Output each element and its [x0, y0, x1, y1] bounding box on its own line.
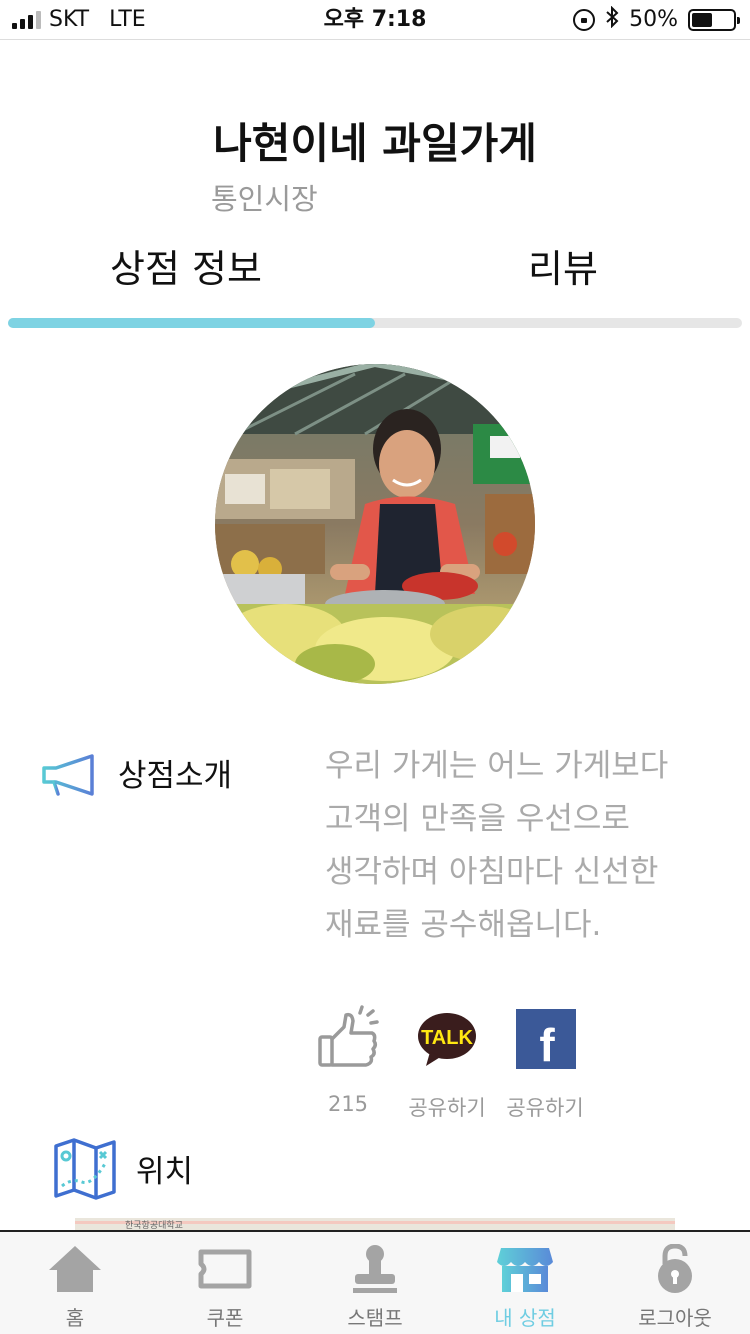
intro-description: 우리 가게는 어느 가게보다 고객의 만족을 우선으로 생각하며 아침마다 신선…: [325, 740, 705, 952]
like-button[interactable]: [316, 1005, 380, 1071]
facebook-icon: f: [539, 1019, 555, 1071]
store-info-screen: SKT LTE 오후 7:18 50% 나현이네 과일가게 통인시장 상점 정보…: [0, 0, 750, 1334]
bottom-tab-coupon[interactable]: 쿠폰: [150, 1232, 300, 1334]
like-count: 215: [327, 1092, 369, 1116]
tab-indicator-track: [8, 318, 742, 328]
store-title: 나현이네 과일가게: [213, 119, 537, 168]
map-icon: [52, 1138, 118, 1200]
home-icon: [49, 1246, 101, 1292]
kakaotalk-icon: TALK: [418, 1013, 476, 1066]
facebook-share-button[interactable]: f: [516, 1009, 576, 1071]
kakao-icon-text: TALK: [421, 1027, 473, 1049]
battery-icon: [688, 9, 740, 31]
rotation-lock-icon: [573, 9, 596, 31]
intro-label: 상점소개: [118, 758, 233, 794]
tab-indicator: [8, 318, 375, 328]
bottom-tab-my-store[interactable]: 내 상점: [450, 1232, 600, 1334]
thumbs-up-icon: [318, 1005, 379, 1067]
battery-percent: 50%: [629, 7, 678, 32]
bottom-tab-logout[interactable]: 로그아웃: [600, 1232, 750, 1334]
bottom-tab-stamp[interactable]: 스탬프: [300, 1232, 450, 1334]
bluetooth-icon: [605, 5, 619, 35]
kakao-share-label: 공유하기: [408, 1096, 486, 1120]
lock-icon: [658, 1244, 692, 1293]
intro-line: 생각하며 아침마다 신선한: [325, 854, 659, 890]
facebook-icon-text: f: [539, 1019, 555, 1069]
facebook-share-label: 공유하기: [506, 1096, 584, 1120]
status-bar: SKT LTE 오후 7:18 50%: [0, 0, 750, 40]
intro-line: 고객의 만족을 우선으로: [325, 801, 630, 837]
bottom-tab-bar: 홈 쿠폰 스탬프 내 상점 로그아웃: [0, 1230, 750, 1334]
bottom-tab-label: 내 상점: [494, 1306, 556, 1330]
tab-review[interactable]: 리뷰: [528, 238, 598, 293]
store-icon: [497, 1248, 553, 1292]
stamp-icon: [353, 1245, 397, 1293]
bottom-tab-label: 스탬프: [347, 1306, 403, 1330]
bottom-tab-label: 로그아웃: [638, 1306, 712, 1330]
location-label: 위치: [136, 1154, 194, 1190]
coupon-icon: [198, 1249, 252, 1289]
bottom-tab-label: 홈: [65, 1306, 85, 1330]
bottom-tab-label: 쿠폰: [206, 1306, 244, 1330]
battery-level: [692, 13, 712, 27]
intro-line: 우리 가게는 어느 가게보다: [325, 748, 669, 784]
kakao-share-button[interactable]: TALK: [416, 1010, 478, 1070]
megaphone-icon: [40, 750, 98, 798]
tab-store-info[interactable]: 상점 정보: [110, 238, 262, 293]
store-owner-photo: [215, 364, 535, 684]
bottom-tab-home[interactable]: 홈: [0, 1232, 150, 1334]
status-right: 50%: [573, 5, 740, 35]
intro-line: 재료를 공수해옵니다.: [325, 907, 602, 943]
market-name: 통인시장: [211, 182, 318, 216]
